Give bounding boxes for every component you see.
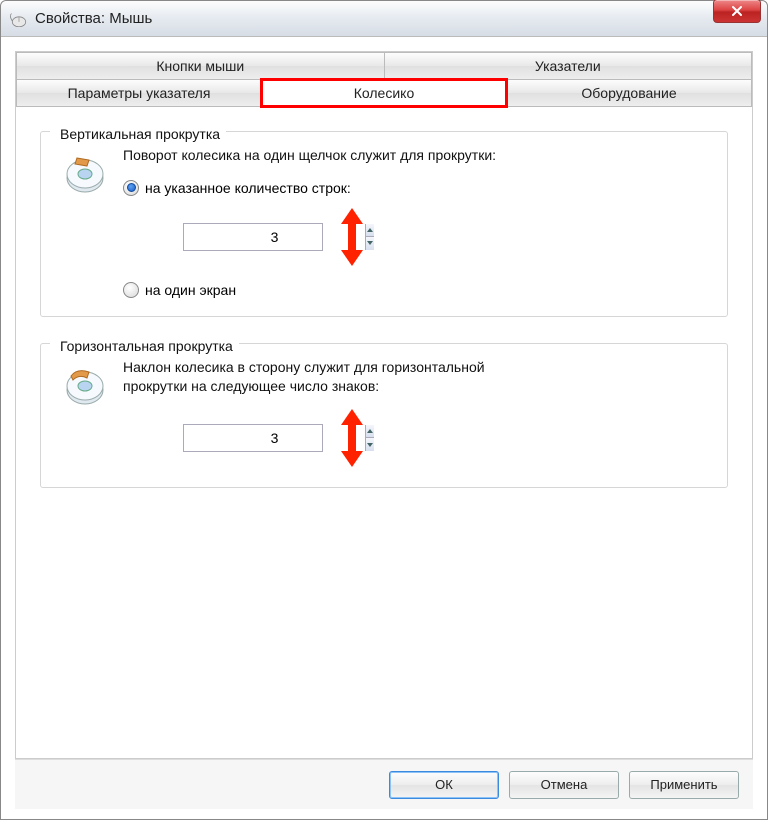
horizontal-desc: Наклон колесика в сторону служит для гор… (123, 358, 503, 397)
annotation-arrow-horizontal (337, 407, 367, 469)
close-button[interactable] (713, 0, 761, 23)
wheel-horizontal-icon (61, 362, 109, 410)
group-vertical-scroll: Вертикальная прокрутка (40, 125, 728, 317)
group-vertical-legend: Вертикальная прокрутка (56, 126, 220, 142)
dialog-window: Свойства: Мышь Кнопки мыши Указатели Пар… (0, 0, 768, 820)
tab-row-1: Кнопки мыши Указатели (16, 52, 752, 80)
radio-row-screen: на один экран (123, 282, 711, 298)
dialog-footer: ОК Отмена Применить (15, 759, 753, 809)
cancel-button[interactable]: Отмена (509, 771, 619, 799)
group-horizontal-legend: Горизонтальная прокрутка (56, 338, 233, 354)
tab-pointer-options[interactable]: Параметры указателя (16, 79, 262, 107)
group-vertical-box: Поворот колесика на один щелчок служит д… (40, 131, 728, 317)
tab-row-2: Параметры указателя Колесико Оборудовани… (16, 79, 752, 107)
ok-button[interactable]: ОК (389, 771, 499, 799)
spinner-horizontal-chars (183, 424, 323, 452)
radio-lines-label: на указанное количество строк: (145, 180, 351, 196)
radio-lines[interactable] (123, 180, 139, 196)
spinner-horizontal-up[interactable] (366, 425, 374, 439)
radio-screen-label: на один экран (145, 282, 236, 298)
group-horizontal-scroll: Горизонтальная прокрутка (40, 337, 728, 488)
radio-row-lines: на указанное количество строк: (123, 180, 711, 196)
tab-container: Кнопки мыши Указатели Параметры указател… (15, 51, 753, 759)
titlebar: Свойства: Мышь (1, 1, 767, 37)
spinner-horizontal-down[interactable] (366, 438, 374, 451)
spinner-vertical-up[interactable] (366, 224, 374, 238)
mouse-icon (9, 11, 29, 27)
group-horizontal-box: Наклон колесика в сторону служит для гор… (40, 343, 728, 488)
spinner-vertical-lines (183, 223, 323, 251)
vertical-desc: Поворот колесика на один щелчок служит д… (123, 146, 711, 166)
window-title: Свойства: Мышь (35, 10, 759, 27)
tab-pointers[interactable]: Указатели (384, 52, 753, 80)
tab-mouse-buttons[interactable]: Кнопки мыши (16, 52, 385, 80)
apply-button[interactable]: Применить (629, 771, 739, 799)
tab-hardware[interactable]: Оборудование (506, 79, 752, 107)
radio-screen[interactable] (123, 282, 139, 298)
client-area: Кнопки мыши Указатели Параметры указател… (1, 37, 767, 819)
wheel-vertical-icon (61, 150, 109, 198)
annotation-arrow-vertical (337, 206, 367, 268)
tab-wheel[interactable]: Колесико (261, 79, 507, 107)
spinner-vertical-down[interactable] (366, 237, 374, 250)
tab-page-wheel: Вертикальная прокрутка (16, 107, 752, 758)
